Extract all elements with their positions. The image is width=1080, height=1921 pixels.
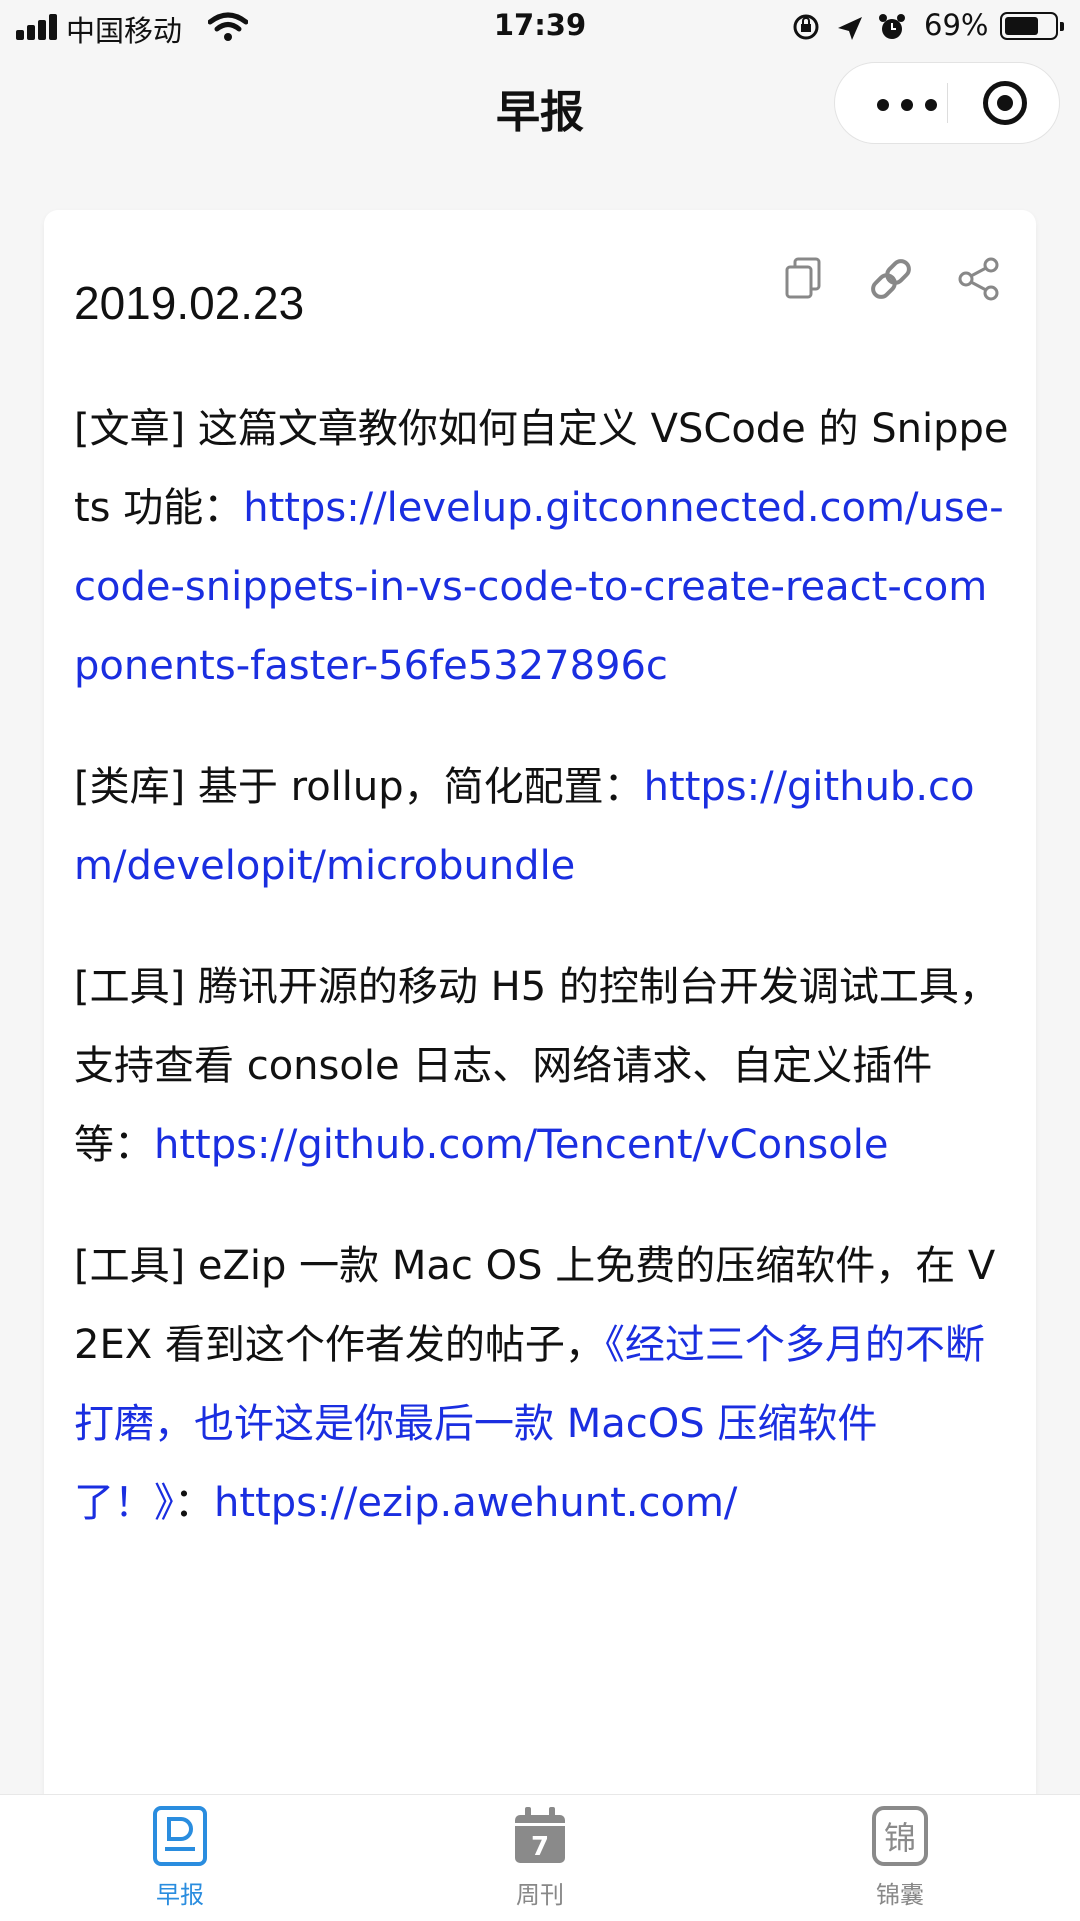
copy-icon[interactable] [778, 254, 828, 304]
tab-tips[interactable]: 锦 锦囊 [800, 1805, 1000, 1910]
battery-icon [1000, 12, 1064, 40]
capsule-divider [947, 83, 948, 123]
entry-item: [工具] eZip 一款 Mac OS 上免费的压缩软件，在 V2EX 看到这个… [74, 1227, 1010, 1543]
tips-icon-text: 锦 [884, 1819, 916, 1857]
battery-percent: 69% [924, 8, 989, 42]
entry-text: [类库] 基于 rollup，简化配置： [74, 764, 644, 810]
entry-item: [文章] 这篇文章教你如何自定义 VSCode 的 Snippets 功能：ht… [74, 390, 1010, 706]
tab-bar: 早报 7 周刊 锦 锦囊 [0, 1794, 1080, 1921]
entry-item: [工具] 腾讯开源的移动 H5 的控制台开发调试工具，支持查看 console … [74, 948, 1010, 1185]
status-icons [793, 14, 905, 40]
calendar-icon: 7 [515, 1807, 565, 1863]
rotation-lock-icon [793, 14, 819, 40]
entry-separator: ： [174, 1480, 214, 1526]
tab-label: 早报 [156, 1881, 204, 1909]
share-icon[interactable] [954, 254, 1004, 304]
alarm-icon [879, 14, 905, 39]
status-bar: 中国移动 17:39 69% [0, 0, 1080, 54]
daily-report-icon [153, 1806, 207, 1866]
tips-icon: 锦 [872, 1806, 928, 1866]
entry-list: [文章] 这篇文章教你如何自定义 VSCode 的 Snippets 功能：ht… [74, 390, 1010, 1585]
close-button[interactable] [983, 81, 1027, 125]
entry-link[interactable]: https://ezip.awehunt.com/ [214, 1480, 737, 1526]
more-button[interactable] [865, 63, 949, 143]
status-time: 17:39 [493, 8, 587, 42]
entry-link[interactable]: https://github.com/Tencent/vConsole [154, 1122, 888, 1168]
tab-weekly[interactable]: 7 周刊 [440, 1805, 640, 1910]
tab-label: 锦囊 [876, 1881, 924, 1909]
tab-label: 周刊 [516, 1881, 564, 1909]
calendar-icon-text: 7 [531, 1832, 549, 1862]
close-target-icon [997, 95, 1013, 111]
mini-program-capsule [834, 62, 1060, 144]
battery-level [1005, 17, 1038, 35]
more-icon [877, 99, 889, 111]
tab-daily[interactable]: 早报 [80, 1805, 280, 1910]
entry-item: [类库] 基于 rollup，简化配置：https://github.com/d… [74, 748, 1010, 906]
location-icon [838, 17, 862, 40]
card-date: 2019.02.23 [74, 277, 305, 329]
link-icon[interactable] [866, 254, 916, 304]
daily-card: 2019.02.23 [文章] 这篇文章教你如何自定义 VSCode 的 Sni… [44, 210, 1036, 1810]
